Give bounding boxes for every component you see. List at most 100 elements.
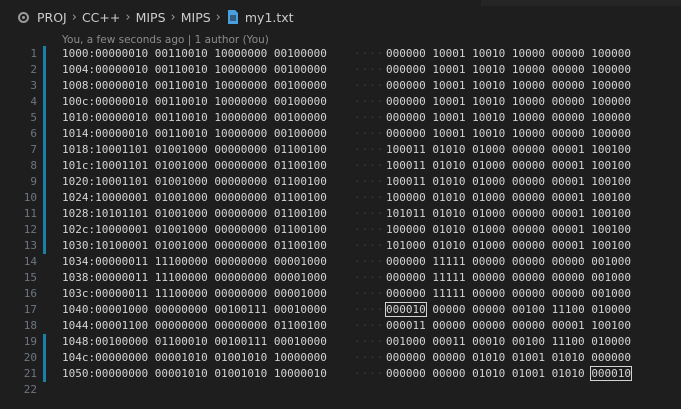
decoded-text: 00000 00000 00100 11100 010000 bbox=[425, 303, 632, 316]
decoded-text: 101000 01010 01000 00000 00001 100100 bbox=[386, 239, 632, 252]
code-decoded-fields: 000000 00000 01010 01001 01010 000000 bbox=[386, 350, 631, 366]
whitespace-render: ···· bbox=[354, 63, 385, 76]
line-number: 12 bbox=[23, 223, 37, 236]
code-line[interactable]: 3 1008:00000010 00110010 10000000 0010000… bbox=[0, 78, 681, 94]
git-change-marker[interactable] bbox=[43, 366, 46, 382]
code-line[interactable]: 2 1004:00000010 00110010 10000000 0010000… bbox=[0, 62, 681, 78]
whitespace-render: ···· bbox=[354, 287, 385, 300]
code-text: 1004:00000010 00110010 10000000 00100000 bbox=[62, 63, 327, 76]
chevron-right-icon: › bbox=[170, 9, 176, 25]
code-decoded-fields: 000000 10001 10010 10000 00000 100000 bbox=[386, 126, 631, 142]
selection-highlight: 000010 bbox=[385, 302, 427, 317]
code-text: 1034:00000011 11100000 00000000 00001000 bbox=[62, 255, 327, 268]
code-decoded-fields: 000000 10001 10010 10000 00000 100000 bbox=[386, 46, 631, 62]
git-change-marker[interactable] bbox=[43, 190, 46, 206]
code-line[interactable]: 1 1000:00000010 00110010 10000000 0010000… bbox=[0, 46, 681, 62]
code-line[interactable]: 19 1048:00100000 01100010 00100111 000100… bbox=[0, 334, 681, 350]
decoded-text: 000000 11111 00000 00000 00000 001000 bbox=[386, 255, 632, 268]
line-number: 3 bbox=[30, 79, 37, 92]
code-line[interactable]: 12 102c:10000001 01001000 00000000 011001… bbox=[0, 222, 681, 238]
code-line[interactable]: 11 1028:10101101 01001000 00000000 011001… bbox=[0, 206, 681, 222]
code-text: 1048:00100000 01100010 00100111 00010000 bbox=[62, 335, 327, 348]
breadcrumb-item-mips[interactable]: MIPS bbox=[136, 10, 166, 25]
line-number: 13 bbox=[23, 239, 37, 252]
code-line[interactable]: 15 1038:00000011 11100000 00000000 000010… bbox=[0, 270, 681, 286]
record-circle-icon bbox=[18, 11, 29, 23]
code-decoded-fields: 000000 10001 10010 10000 00000 100000 bbox=[386, 110, 631, 126]
git-change-marker[interactable] bbox=[43, 206, 46, 222]
git-change-marker[interactable] bbox=[43, 62, 46, 78]
git-change-marker[interactable] bbox=[43, 158, 46, 174]
git-change-marker[interactable] bbox=[43, 238, 46, 254]
breadcrumb-file[interactable]: my1.txt bbox=[245, 10, 294, 25]
git-change-marker[interactable] bbox=[43, 174, 46, 190]
whitespace-render: ···· bbox=[354, 255, 385, 268]
line-number: 5 bbox=[30, 111, 37, 124]
code-decoded-fields: 000000 10001 10010 10000 00000 100000 bbox=[386, 62, 631, 78]
git-change-marker[interactable] bbox=[43, 350, 46, 366]
code-line[interactable]: 21 1050:00000000 00001010 01001010 100000… bbox=[0, 366, 681, 382]
git-change-marker[interactable] bbox=[43, 110, 46, 126]
code-text: 1038:00000011 11100000 00000000 00001000 bbox=[62, 271, 327, 284]
code-text: 1008:00000010 00110010 10000000 00100000 bbox=[62, 79, 327, 92]
whitespace-render: ···· bbox=[354, 47, 385, 60]
line-number: 11 bbox=[23, 207, 37, 220]
selection-highlight: 000010 bbox=[590, 366, 633, 381]
line-number: 7 bbox=[30, 143, 37, 156]
decoded-text: 100000 01010 01000 00000 00001 100100 bbox=[386, 223, 632, 236]
code-line[interactable]: 20 104c:00000000 00001010 01001010 100000… bbox=[0, 350, 681, 366]
git-change-marker[interactable] bbox=[43, 46, 46, 62]
git-change-marker[interactable] bbox=[43, 222, 46, 238]
code-line[interactable]: 17 1040:00001000 00000000 00100111 000100… bbox=[0, 302, 681, 318]
code-line[interactable]: 4 100c:00000010 00110010 10000000 0010000… bbox=[0, 94, 681, 110]
decoded-text: 101011 01010 01000 00000 00001 100100 bbox=[386, 207, 632, 220]
code-decoded-fields: 100011 01010 01000 00000 00001 100100 bbox=[386, 142, 631, 158]
line-number: 18 bbox=[23, 319, 37, 332]
git-change-marker[interactable] bbox=[43, 94, 46, 110]
line-number: 16 bbox=[23, 287, 37, 300]
decoded-text: 000000 10001 10010 10000 00000 100000 bbox=[386, 127, 632, 140]
git-change-marker[interactable] bbox=[43, 334, 46, 350]
code-line[interactable]: 8 101c:10001101 01001000 00000000 0110010… bbox=[0, 158, 681, 174]
editor-text-area[interactable]: 1 1000:00000010 00110010 10000000 0010000… bbox=[0, 46, 681, 398]
whitespace-render: ···· bbox=[354, 175, 385, 188]
code-text: 1018:10001101 01001000 00000000 01100100 bbox=[62, 143, 327, 156]
code-text: 103c:00000011 11100000 00000000 00001000 bbox=[62, 287, 327, 300]
decoded-text: 000011 00000 00000 00000 00001 100100 bbox=[386, 319, 632, 332]
code-decoded-fields: 101000 01010 01000 00000 00001 100100 bbox=[386, 238, 631, 254]
line-number: 20 bbox=[23, 351, 37, 364]
chevron-right-icon: › bbox=[125, 9, 131, 25]
git-change-marker[interactable] bbox=[43, 126, 46, 142]
line-number: 14 bbox=[23, 255, 37, 268]
line-number: 19 bbox=[23, 335, 37, 348]
decoded-text: 000000 10001 10010 10000 00000 100000 bbox=[386, 95, 632, 108]
breadcrumb-item-ccpp[interactable]: CC++ bbox=[82, 10, 120, 25]
git-change-marker[interactable] bbox=[43, 142, 46, 158]
code-text: 102c:10000001 01001000 00000000 01100100 bbox=[62, 223, 327, 236]
code-text: 1000:00000010 00110010 10000000 00100000 bbox=[62, 47, 327, 60]
code-text: 1050:00000000 00001010 01001010 10000010 bbox=[62, 367, 327, 380]
code-line[interactable]: 7 1018:10001101 01001000 00000000 0110010… bbox=[0, 142, 681, 158]
chevron-right-icon: › bbox=[215, 9, 221, 25]
git-change-marker[interactable] bbox=[43, 78, 46, 94]
line-number: 2 bbox=[30, 63, 37, 76]
whitespace-render: ···· bbox=[354, 127, 385, 140]
code-line[interactable]: 22 bbox=[0, 382, 681, 398]
whitespace-render: ···· bbox=[354, 143, 385, 156]
breadcrumb-item-proj[interactable]: PROJ bbox=[37, 10, 67, 25]
code-decoded-fields: 001000 00011 00010 00100 11100 010000 bbox=[386, 334, 631, 350]
breadcrumb-item-mips-sub[interactable]: MIPS bbox=[181, 10, 211, 25]
code-line[interactable]: 5 1010:00000010 00110010 10000000 0010000… bbox=[0, 110, 681, 126]
code-line[interactable]: 16 103c:00000011 11100000 00000000 000010… bbox=[0, 286, 681, 302]
decoded-text: 100011 01010 01000 00000 00001 100100 bbox=[386, 175, 632, 188]
code-line[interactable]: 13 1030:10100001 01001000 00000000 011001… bbox=[0, 238, 681, 254]
decoded-text: 000000 00000 01010 01001 01010 000000 bbox=[386, 351, 632, 364]
code-line[interactable]: 9 1020:10001101 01001000 00000000 0110010… bbox=[0, 174, 681, 190]
code-line[interactable]: 18 1044:00001100 00000000 00000000 011001… bbox=[0, 318, 681, 334]
code-line[interactable]: 6 1014:00000010 00110010 10000000 0010000… bbox=[0, 126, 681, 142]
decoded-text: 100011 01010 01000 00000 00001 100100 bbox=[386, 159, 632, 172]
code-line[interactable]: 14 1034:00000011 11100000 00000000 000010… bbox=[0, 254, 681, 270]
code-line[interactable]: 10 1024:10000001 01001000 00000000 011001… bbox=[0, 190, 681, 206]
decoded-text: 100000 01010 01000 00000 00001 100100 bbox=[386, 191, 632, 204]
whitespace-render: ···· bbox=[354, 95, 385, 108]
